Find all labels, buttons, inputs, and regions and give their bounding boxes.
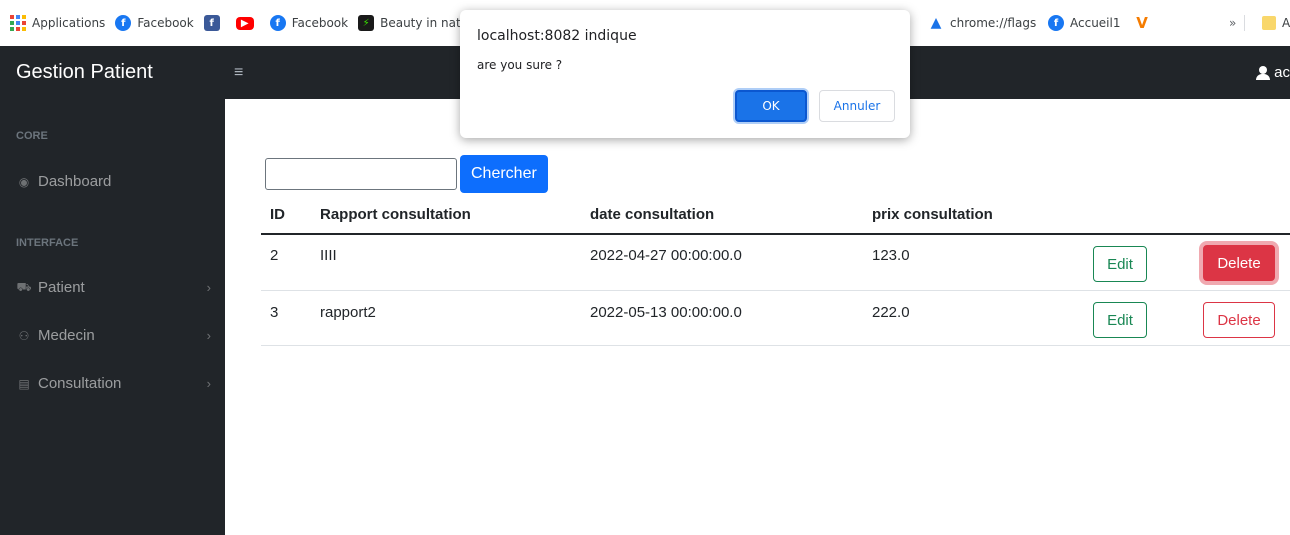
cell-date: 2022-04-27 00:00:00.0 xyxy=(590,247,742,264)
cell-prix: 222.0 xyxy=(872,304,910,321)
bookmark-label: chrome://flags xyxy=(950,16,1037,30)
dialog-title: localhost:8082 indique xyxy=(477,28,637,44)
table-header-date: date consultation xyxy=(590,206,715,223)
user-icon xyxy=(1256,65,1271,80)
bookmarks-overflow-button[interactable]: » xyxy=(1229,15,1246,31)
confirm-dialog: localhost:8082 indique are you sure ? OK… xyxy=(460,10,910,138)
sidebar-item-label: Consultation xyxy=(38,375,122,392)
bookmark-label: Facebook xyxy=(291,16,349,30)
table-header-prix: prix consultation xyxy=(872,206,993,223)
bookmark-chrome-flags[interactable]: ▲ chrome://flags xyxy=(928,15,1037,31)
sidebar-heading-core: CORE xyxy=(16,130,48,142)
search-button[interactable]: Chercher xyxy=(460,155,548,193)
cell-prix: 123.0 xyxy=(872,247,910,264)
chevron-right-icon: › xyxy=(206,328,211,343)
bookmark-label: A xyxy=(1282,16,1290,30)
bookmark-youtube[interactable]: ▶ xyxy=(235,16,260,30)
chevron-right-icon: › xyxy=(206,376,211,391)
hamburger-icon[interactable]: ≡ xyxy=(234,64,243,82)
apps-grid-icon xyxy=(10,15,26,31)
beauty-icon: ⚡ xyxy=(358,15,375,31)
bookmark-label: Beauty in nat xyxy=(380,16,461,30)
bookmark-label: Applications xyxy=(32,16,106,30)
sidebar-item-consultation[interactable]: ▤ Consultation › xyxy=(16,375,211,392)
facebook-icon: f xyxy=(269,15,286,31)
cell-rapport: rapport2 xyxy=(320,304,376,321)
sidebar-item-patient[interactable]: ⛟ Patient › xyxy=(16,279,211,296)
bookmark-vivaldi[interactable]: V xyxy=(1134,14,1156,32)
sidebar-heading-interface: INTERFACE xyxy=(16,237,79,249)
bookmark-facebook-2[interactable]: f Facebook xyxy=(269,15,349,31)
separator xyxy=(1244,15,1246,31)
cancel-button[interactable]: Annuler xyxy=(819,90,895,122)
row-divider xyxy=(261,290,1290,291)
sidebar-item-label: Patient xyxy=(38,279,85,296)
list-icon: ▤ xyxy=(18,376,30,391)
dashboard-icon: ◉ xyxy=(18,174,30,189)
search-form: Chercher xyxy=(265,155,548,193)
sidebar: CORE ◉ Dashboard INTERFACE ⛟ Patient › ⚇… xyxy=(0,99,225,535)
youtube-icon: ▶ xyxy=(235,16,254,30)
bookmark-applications[interactable]: Applications xyxy=(10,15,105,31)
chevron-double-right-icon: » xyxy=(1229,16,1237,30)
users-icon: ⚇ xyxy=(18,328,30,343)
bookmark-accueil1[interactable]: f Accueil1 xyxy=(1048,15,1120,31)
cell-id: 2 xyxy=(270,247,279,264)
dialog-message: are you sure ? xyxy=(477,58,563,72)
search-input[interactable] xyxy=(265,158,457,190)
folder-icon xyxy=(1262,16,1276,30)
user-label: ac xyxy=(1274,64,1290,81)
vivaldi-icon: V xyxy=(1136,14,1148,32)
cell-id: 3 xyxy=(270,304,279,321)
brand-title[interactable]: Gestion Patient xyxy=(0,61,225,84)
sidebar-item-label: Medecin xyxy=(38,327,95,344)
sidebar-item-dashboard[interactable]: ◉ Dashboard xyxy=(16,173,211,190)
sidebar-item-label: Dashboard xyxy=(38,173,112,190)
bookmark-beauty[interactable]: ⚡ Beauty in nat xyxy=(358,15,461,31)
table-header-rapport: Rapport consultation xyxy=(320,206,471,223)
flask-icon: ▲ xyxy=(930,15,942,31)
sidebar-item-medecin[interactable]: ⚇ Medecin › xyxy=(16,327,211,344)
chevron-right-icon: › xyxy=(206,280,211,295)
bookmark-label: Facebook xyxy=(137,16,194,30)
user-menu[interactable]: ac xyxy=(1256,64,1290,81)
bookmark-folder[interactable]: A xyxy=(1262,16,1290,30)
facebook-icon: f xyxy=(115,15,132,31)
cell-date: 2022-05-13 00:00:00.0 xyxy=(590,304,742,321)
facebook-square-icon: f xyxy=(203,15,220,31)
edit-button[interactable]: Edit xyxy=(1093,302,1147,338)
delete-button[interactable]: Delete xyxy=(1203,245,1275,281)
edit-button[interactable]: Edit xyxy=(1093,246,1147,282)
table-header-id: ID xyxy=(270,206,285,223)
table-header-divider xyxy=(261,233,1290,235)
bookmark-label: Accueil1 xyxy=(1070,16,1121,30)
bookmark-facebook-square[interactable]: f xyxy=(203,15,226,31)
car-icon: ⛟ xyxy=(16,279,32,294)
ok-button[interactable]: OK xyxy=(735,90,807,122)
facebook-icon: f xyxy=(1048,15,1064,31)
row-divider xyxy=(261,345,1290,346)
delete-button[interactable]: Delete xyxy=(1203,302,1275,338)
bookmark-facebook[interactable]: f Facebook xyxy=(115,15,194,31)
cell-rapport: IIII xyxy=(320,247,337,264)
